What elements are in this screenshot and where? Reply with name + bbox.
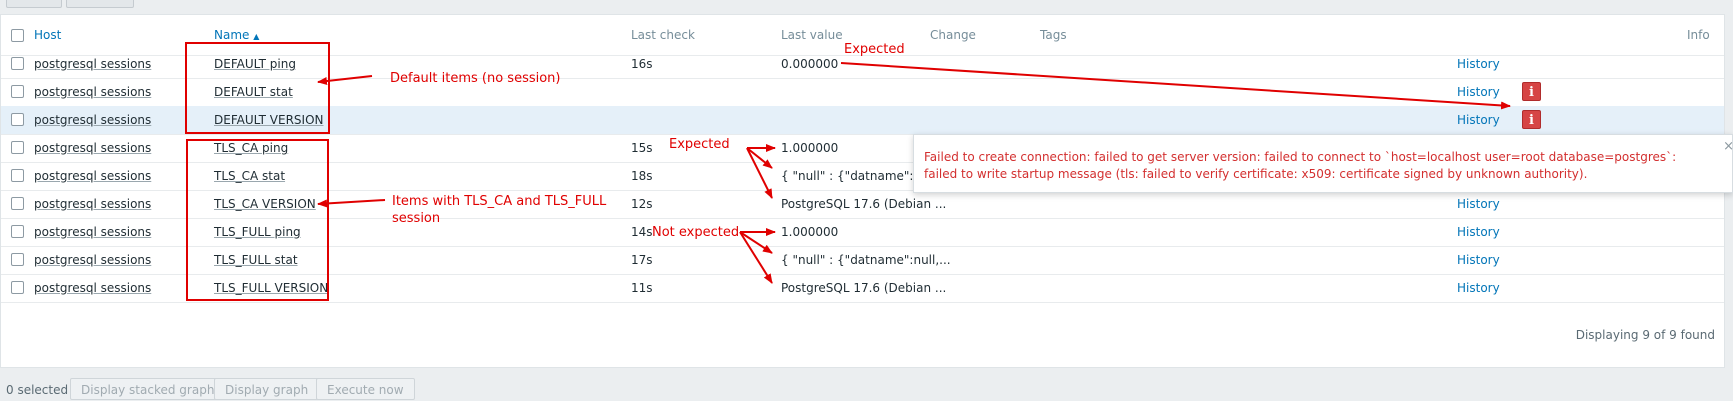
error-info-popup: Failed to create connection: failed to g… <box>913 134 1733 193</box>
annotation-default-items: Default items (no session) <box>390 71 561 86</box>
arrow-expected-stat <box>746 147 773 169</box>
arrow-not-expected-version <box>739 231 773 284</box>
annotation-tls-items-line1: Items with TLS_CA and TLS_FULL <box>392 194 607 209</box>
arrow-default-items <box>317 75 373 85</box>
arrow-expected-to-info <box>840 62 1511 110</box>
arrow-tls-items <box>317 199 386 208</box>
arrow-not-expected-stat <box>739 231 773 254</box>
annotation-expected-mid: Expected <box>669 137 730 152</box>
annotation-not-expected: Not expected <box>652 225 740 240</box>
annotation-expected-top: Expected <box>844 42 905 57</box>
annotation-tls-items-line2: session <box>392 211 441 226</box>
close-icon[interactable]: × <box>1723 139 1733 154</box>
error-message: Failed to create connection: failed to g… <box>924 150 1677 181</box>
annotation-arrows <box>317 62 1511 284</box>
arrow-expected-version <box>746 147 773 199</box>
